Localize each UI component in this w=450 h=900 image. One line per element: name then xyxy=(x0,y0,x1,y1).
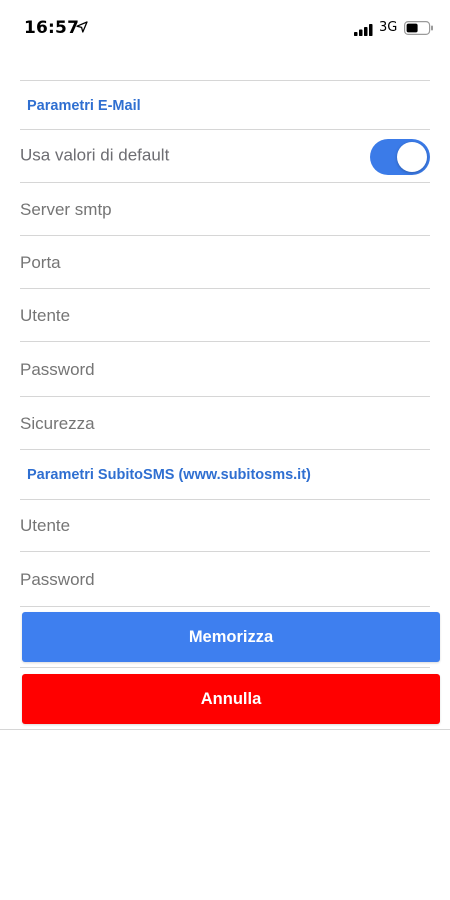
use-defaults-toggle[interactable] xyxy=(370,138,430,175)
email-section-header: Parametri E-Mail xyxy=(27,97,141,114)
sms-password-input[interactable] xyxy=(20,569,400,590)
save-button[interactable]: Memorizza xyxy=(22,612,440,662)
sms-section-header: Parametri SubitoSMS (www.subitosms.it) xyxy=(27,467,311,483)
use-defaults-row: Usa valori di default xyxy=(20,130,430,183)
sms-section-header-row: Parametri SubitoSMS (www.subitosms.it) xyxy=(20,450,430,500)
use-defaults-label: Usa valori di default xyxy=(20,144,170,164)
sms-user-row xyxy=(20,500,430,552)
email-user-row xyxy=(20,289,430,342)
email-password-row xyxy=(20,342,430,397)
location-arrow-icon xyxy=(76,21,88,33)
smtp-server-input[interactable] xyxy=(20,199,400,220)
divider xyxy=(0,729,450,730)
sms-user-input[interactable] xyxy=(20,516,400,536)
toggle-knob xyxy=(397,141,427,172)
divider xyxy=(20,606,430,607)
email-user-input[interactable] xyxy=(20,305,400,326)
cancel-button[interactable]: Annulla xyxy=(22,674,440,724)
status-bar: 16:57 3G xyxy=(0,0,450,56)
status-time: 16:57 xyxy=(24,18,80,38)
email-section-header-row: Parametri E-Mail xyxy=(20,81,430,130)
email-password-input[interactable] xyxy=(20,359,400,380)
divider xyxy=(20,667,430,668)
battery-icon xyxy=(404,21,433,35)
port-row xyxy=(20,236,430,289)
network-type: 3G xyxy=(379,20,398,35)
security-row xyxy=(20,397,430,450)
smtp-server-row xyxy=(20,183,430,236)
security-input[interactable] xyxy=(20,413,400,434)
sms-password-row xyxy=(20,552,430,607)
settings-screen: 16:57 3G Parametri E-Mail Usa valori di … xyxy=(0,0,450,900)
port-input[interactable] xyxy=(20,252,400,273)
top-spacer xyxy=(20,56,430,81)
signal-bars-icon xyxy=(354,24,373,36)
